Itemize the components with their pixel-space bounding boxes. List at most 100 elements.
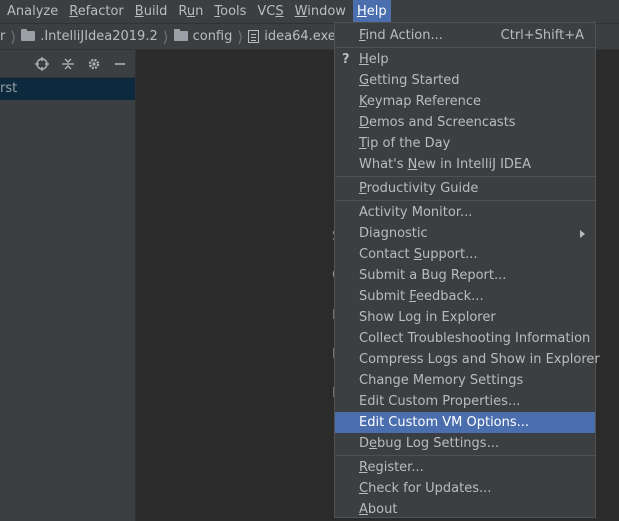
menu-item-label: Edit Custom VM Options...	[359, 415, 530, 430]
menu-analyze[interactable]: Analyze	[3, 0, 62, 23]
folder-icon	[173, 28, 188, 41]
menu-item-collect-troubleshooting[interactable]: Collect Troubleshooting Information	[335, 328, 595, 349]
menu-item-label: bug Log Settings...	[377, 436, 499, 451]
menu-item-check-updates[interactable]: Check for Updates...	[335, 478, 595, 499]
menu-item-tip-of-day[interactable]: Tip of the Day	[335, 133, 595, 154]
menu-item-debug-log-settings[interactable]: Debug Log Settings...	[335, 433, 595, 454]
menu-item-find-action[interactable]: Find Action... Ctrl+Shift+A	[335, 25, 595, 46]
menu-label: indow	[307, 4, 346, 19]
menu-label: n	[195, 4, 204, 19]
menu-item-submit-bug[interactable]: Submit a Bug Report...	[335, 265, 595, 286]
menu-tools[interactable]: Tools	[210, 0, 250, 23]
panel-toolbar	[0, 50, 135, 78]
menu-refactor[interactable]: Refactor	[65, 0, 128, 23]
menu-item-help[interactable]: ? Help	[335, 49, 595, 70]
menu-mnemonic: T	[359, 136, 367, 151]
menu-item-label: Activity Monitor...	[359, 205, 473, 220]
menu-item-keymap-reference[interactable]: Keymap Reference	[335, 91, 595, 112]
help-menu-dropdown: Find Action... Ctrl+Shift+A ? Help Getti…	[334, 22, 600, 520]
menu-mnemonic: u	[186, 4, 196, 19]
menu-mnemonic: S	[275, 4, 284, 19]
minimize-icon[interactable]	[109, 53, 131, 75]
menu-item-label: Submit a Bug Report...	[359, 268, 507, 283]
menu-item-diagnostic[interactable]: Diagnostic	[335, 223, 595, 244]
menu-vcs[interactable]: VCS	[253, 0, 287, 23]
menu-separator	[335, 200, 595, 201]
menu-item-compress-logs[interactable]: Compress Logs and Show in Explorer	[335, 349, 600, 370]
menu-item-change-memory[interactable]: Change Memory Settings	[335, 370, 595, 391]
menu-item-label: emos and Screencasts	[369, 115, 516, 130]
chevron-right-icon: ⟩	[237, 27, 244, 46]
chevron-right-icon: ⟩	[162, 27, 169, 46]
menu-mnemonic: B	[134, 4, 144, 19]
tree-row-selected[interactable]: rst	[0, 78, 135, 100]
menu-item-label: What's	[359, 157, 408, 172]
collapse-all-icon[interactable]	[57, 53, 79, 75]
question-icon: ?	[342, 52, 350, 67]
menu-window[interactable]: Window	[291, 0, 350, 23]
menu-item-register[interactable]: Register...	[335, 457, 595, 478]
menu-separator	[335, 176, 595, 177]
gear-icon[interactable]	[83, 53, 105, 75]
project-panel: rst	[0, 50, 136, 521]
menu-bar: Analyze Refactor Build Run Tools VCS Win…	[0, 0, 619, 23]
breadcrumb-label: config	[192, 29, 233, 44]
menu-mnemonic: F	[409, 289, 417, 304]
menu-item-label: Show Log in Explorer	[359, 310, 496, 325]
menu-item-edit-custom-vm-options[interactable]: Edit Custom VM Options...	[335, 412, 595, 433]
shortcut-label: Ctrl+Shift+A	[500, 28, 584, 43]
menu-run[interactable]: Run	[174, 0, 207, 23]
chevron-right-icon: ⟩	[10, 27, 17, 46]
menu-item-show-log[interactable]: Show Log in Explorer	[335, 307, 595, 328]
menu-item-label: upport...	[421, 247, 478, 262]
menu-item-edit-custom-properties[interactable]: Edit Custom Properties...	[335, 391, 595, 412]
menu-item-productivity-guide[interactable]: Productivity Guide	[335, 178, 595, 199]
menu-mnemonic: H	[356, 4, 367, 19]
submenu-arrow-icon	[580, 230, 585, 238]
menu-mnemonic: G	[359, 73, 370, 88]
menu-item-contact-support[interactable]: Contact Support...	[335, 244, 595, 265]
menu-mnemonic: H	[359, 52, 369, 67]
menu-label: Analyze	[7, 4, 59, 19]
menu-item-label: Diagnostic	[359, 226, 428, 241]
menu-mnemonic: D	[359, 115, 370, 130]
file-icon	[248, 30, 260, 43]
menu-item-label: Contact	[359, 247, 414, 262]
breadcrumb-partial[interactable]: r ⟩	[0, 28, 21, 46]
menu-label: VC	[257, 4, 276, 19]
menu-item-label: egister...	[367, 460, 424, 475]
menu-item-label: D	[359, 436, 370, 451]
locate-target-icon[interactable]	[31, 53, 53, 75]
menu-item-label: Submit	[359, 289, 410, 304]
menu-item-label: eymap Reference	[366, 94, 482, 109]
menu-item-label: Change Memory Settings	[359, 373, 524, 388]
menu-item-getting-started[interactable]: Getting Started	[335, 70, 595, 91]
menu-separator	[335, 47, 595, 48]
menu-mnemonic: S	[413, 247, 422, 262]
menu-separator	[335, 455, 595, 456]
breadcrumb-label: .IntelliJIdea2019.2	[40, 29, 158, 44]
menu-mnemonic: K	[359, 94, 367, 109]
menu-item-label: elp	[368, 52, 389, 67]
menu-help[interactable]: Help	[352, 0, 391, 23]
menu-mnemonic: e	[369, 436, 378, 451]
menu-item-whats-new[interactable]: What's New in IntelliJ IDEA	[335, 154, 595, 175]
menu-label: uild	[143, 4, 168, 19]
folder-icon	[21, 28, 36, 41]
menu-label: efactor	[77, 4, 124, 19]
menu-mnemonic: N	[407, 157, 418, 172]
menu-item-activity-monitor[interactable]: Activity Monitor...	[335, 202, 595, 223]
menu-build[interactable]: Build	[131, 0, 172, 23]
menu-item-label: etting Started	[369, 73, 460, 88]
breadcrumb-item-config[interactable]: config ⟩	[173, 27, 249, 46]
breadcrumb-item-intellij[interactable]: .IntelliJIdea2019.2 ⟩	[21, 28, 173, 46]
menu-mnemonic: A	[359, 502, 368, 517]
menu-label: R	[178, 4, 187, 19]
menu-mnemonic: R	[69, 4, 78, 19]
menu-item-demos[interactable]: Demos and Screencasts	[335, 112, 595, 133]
breadcrumb-label: r	[0, 29, 6, 44]
menu-item-about[interactable]: About	[335, 499, 595, 520]
menu-item-label: Collect Troubleshooting Information	[359, 331, 591, 346]
menu-item-label: ew in IntelliJ IDEA	[417, 157, 532, 172]
menu-item-submit-feedback[interactable]: Submit Feedback...	[335, 286, 595, 307]
